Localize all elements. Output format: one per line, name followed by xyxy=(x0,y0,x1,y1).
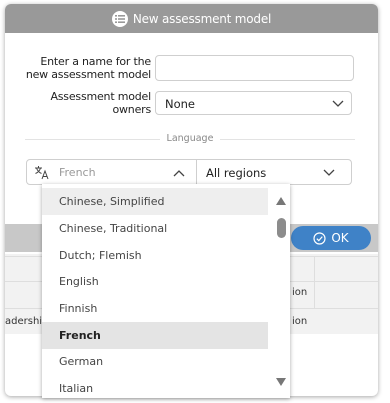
language-dropdown-toggle[interactable]: French xyxy=(27,160,196,184)
list-icon xyxy=(111,10,128,27)
language-option-finnish[interactable]: Finnish xyxy=(42,295,268,322)
name-input[interactable] xyxy=(155,55,354,81)
dropdown-scrollbar[interactable] xyxy=(272,184,290,398)
name-label-line2: new assessment model xyxy=(25,68,151,81)
chevron-down-icon xyxy=(332,100,344,107)
table-line xyxy=(314,256,315,308)
owners-label-line1: Assessment model xyxy=(50,90,151,103)
owners-value: None xyxy=(165,97,196,111)
chevron-up-icon xyxy=(173,170,185,177)
ok-label: OK xyxy=(331,231,349,245)
dialog-titlebar: New assessment model xyxy=(5,4,378,33)
owners-select[interactable]: None xyxy=(155,91,352,115)
language-region-selector: French All regions xyxy=(26,159,352,185)
language-dropdown-list: Chinese, Simplified Chinese, Traditional… xyxy=(42,184,290,398)
scrollbar-thumb[interactable] xyxy=(277,218,286,238)
check-circle-icon xyxy=(313,231,326,245)
ok-button[interactable]: OK xyxy=(291,226,371,250)
name-label-line1: Enter a name for the xyxy=(40,55,151,68)
scroll-up-arrow-icon[interactable] xyxy=(275,196,287,206)
region-value: All regions xyxy=(206,166,267,180)
chevron-down-icon xyxy=(323,169,335,176)
table-cell: ion xyxy=(292,316,308,327)
scroll-down-arrow-icon[interactable] xyxy=(275,377,287,387)
table-cell: ion xyxy=(292,287,308,298)
owners-field-label: Assessment model owners xyxy=(50,90,151,116)
name-field-label: Enter a name for the new assessment mode… xyxy=(26,55,151,81)
language-option-french[interactable]: French xyxy=(42,322,268,349)
language-section-label: Language xyxy=(160,133,220,144)
language-option-german[interactable]: German xyxy=(42,348,268,375)
language-option-chinese-simplified[interactable]: Chinese, Simplified xyxy=(42,188,268,215)
language-value: French xyxy=(59,166,96,179)
language-option-english[interactable]: English xyxy=(42,268,268,295)
region-dropdown[interactable]: All regions xyxy=(197,160,351,184)
language-option-chinese-traditional[interactable]: Chinese, Traditional xyxy=(42,215,268,242)
language-option-italian[interactable]: Italian xyxy=(42,375,268,398)
owners-label-line2: owners xyxy=(112,103,151,116)
language-option-dutch[interactable]: Dutch; Flemish xyxy=(42,242,268,269)
dialog-title: New assessment model xyxy=(132,11,272,26)
